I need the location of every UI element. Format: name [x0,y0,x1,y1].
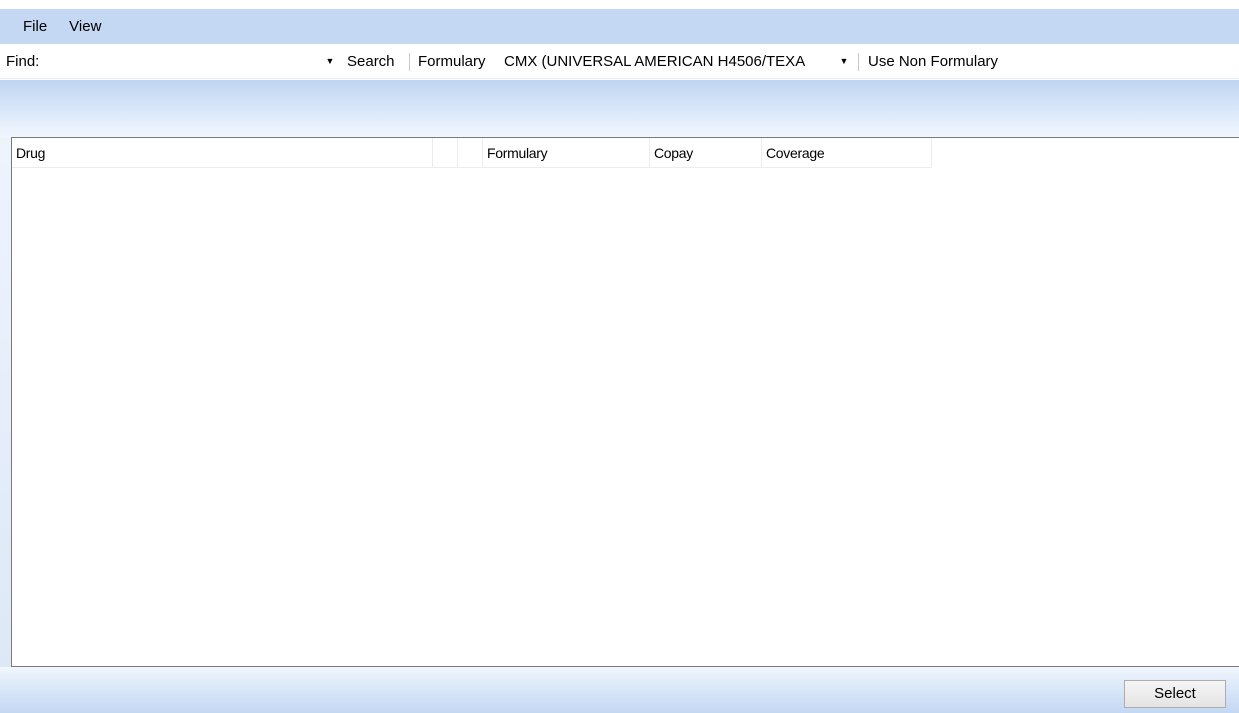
formulary-dropdown-arrow-icon[interactable]: ▼ [838,44,850,79]
select-button[interactable]: Select [1124,680,1226,708]
menu-bar: File View [0,9,1239,44]
window-top-strip [0,0,1239,9]
grid-header: Drug Formulary Copay Coverage [12,138,932,168]
column-header-drug[interactable]: Drug [12,138,433,168]
use-non-formulary-button[interactable]: Use Non Formulary [864,44,1002,79]
column-header-indicator-1[interactable] [433,138,458,168]
column-header-copay[interactable]: Copay [650,138,762,168]
find-dropdown-arrow-icon[interactable]: ▼ [324,44,336,79]
footer-band [0,667,1239,713]
column-header-indicator-2[interactable] [458,138,483,168]
column-header-formulary[interactable]: Formulary [483,138,650,168]
left-edge-band [0,137,11,667]
formulary-select[interactable]: CMX (UNIVERSAL AMERICAN H4506/TEXA [500,44,809,79]
search-button[interactable]: Search [343,44,399,79]
toolbar-separator [858,53,859,71]
menu-file[interactable]: File [12,9,58,44]
menu-view[interactable]: View [58,9,112,44]
formulary-label: Formulary [418,53,486,70]
find-label: Find: [6,53,40,70]
find-input[interactable] [60,49,324,74]
drug-grid[interactable]: Drug Formulary Copay Coverage [11,137,1239,667]
toolbar: Find: ▼ Search Formulary CMX (UNIVERSAL … [0,44,1239,79]
header-band [0,80,1239,137]
column-header-coverage[interactable]: Coverage [762,138,932,168]
toolbar-separator [409,53,410,71]
